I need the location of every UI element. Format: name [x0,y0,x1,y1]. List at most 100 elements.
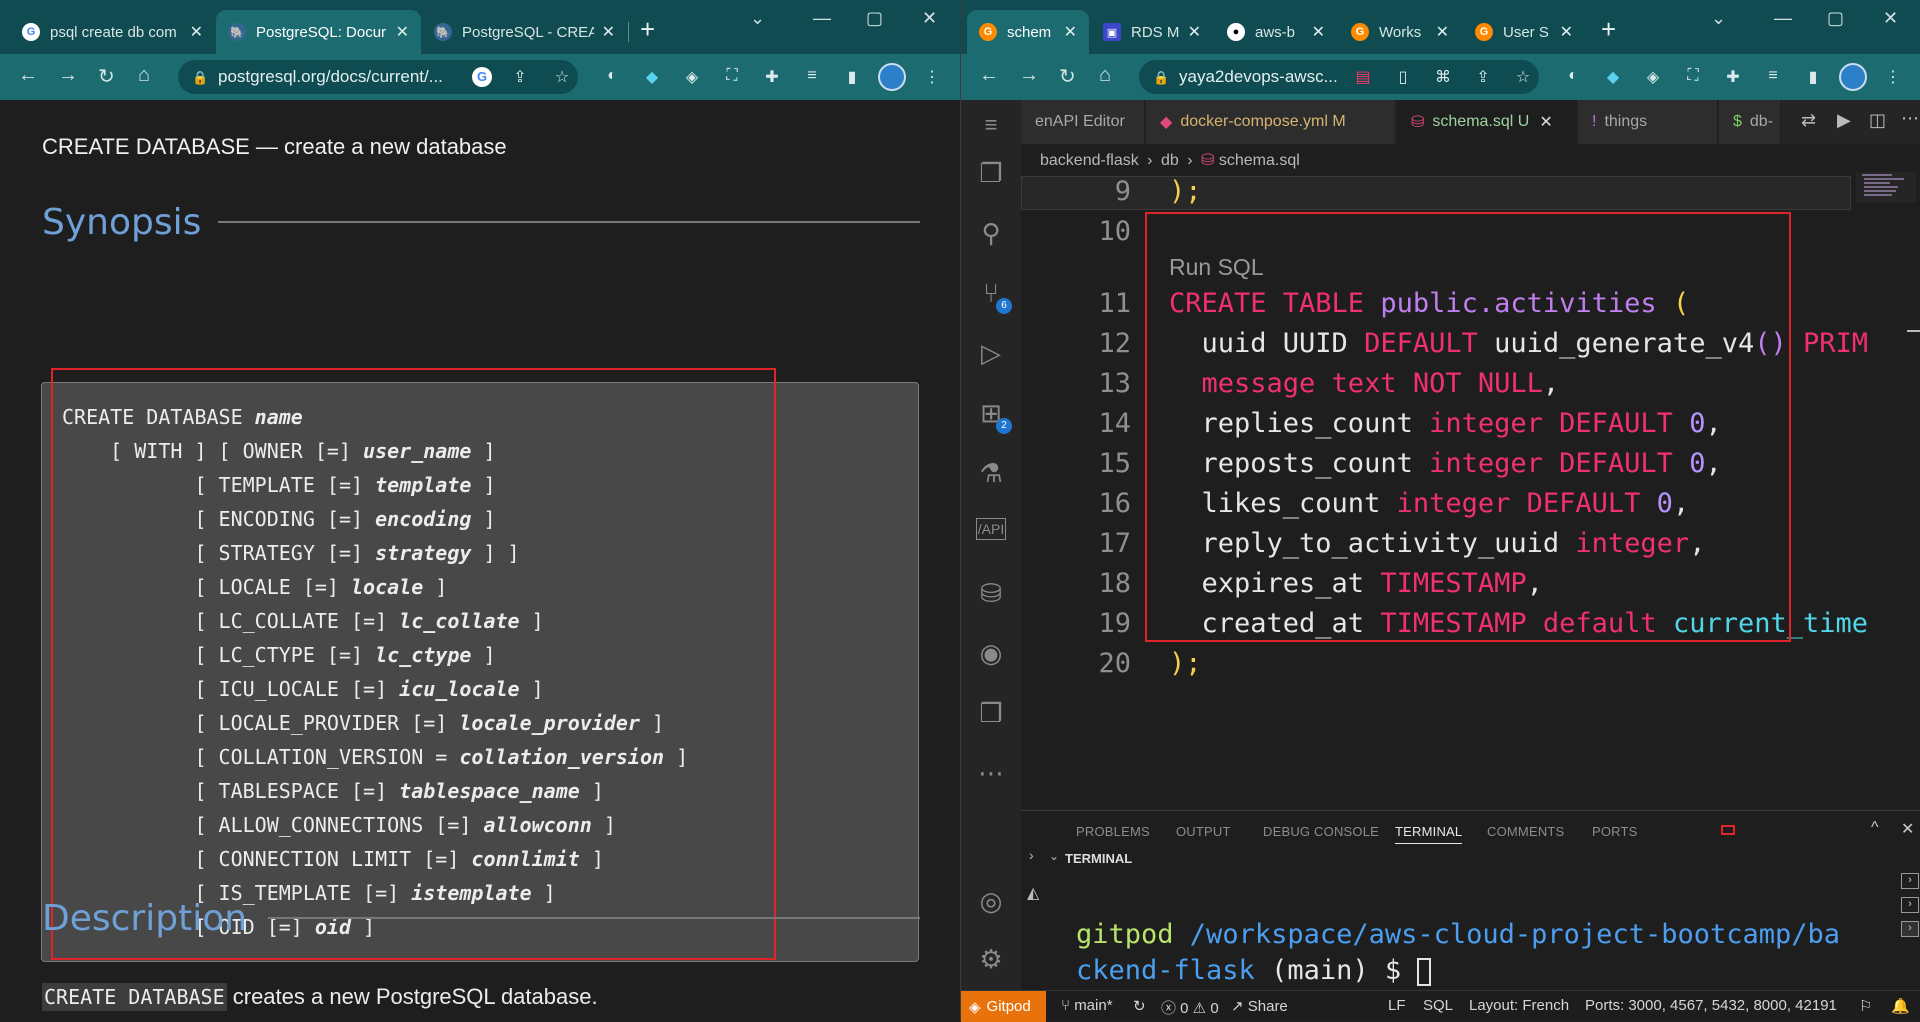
minimize-button[interactable]: — [1774,8,1792,29]
menu-dots-icon[interactable]: ⋮ [1883,67,1903,87]
panel-tab-output[interactable]: OUTPUT [1176,824,1231,839]
sync-icon[interactable]: ↻ [1133,997,1146,1015]
new-tab-button[interactable]: + [640,14,655,45]
layout-status[interactable]: Layout: French [1469,997,1569,1014]
tab-search-icon[interactable]: ⌄ [1711,8,1726,29]
avatar[interactable] [878,63,906,91]
run-icon[interactable]: ▶ [1837,110,1851,131]
new-tab-button[interactable]: + [1601,14,1616,45]
screenshot-icon[interactable]: ⛶ [722,67,742,87]
split-editor-icon[interactable]: ◫ [1869,110,1886,131]
close-window-button[interactable]: ✕ [922,8,937,29]
extension-icon[interactable]: ◈ [1643,67,1663,87]
browser-tab-user-settings[interactable]: G User S ✕ [1463,10,1585,54]
panel-tab-terminal[interactable]: TERMINAL [1395,824,1463,844]
search-icon[interactable]: ⚲ [976,218,1006,248]
close-tab-icon[interactable]: ✕ [1560,22,1573,42]
maximize-panel-icon[interactable]: ^ [1871,819,1879,837]
blocked-icon[interactable]: ▤ [1353,67,1373,87]
browser-tab-rds[interactable]: ▣ RDS M ✕ [1091,10,1213,54]
close-tab-icon[interactable]: ✕ [1188,22,1201,42]
close-tab-icon[interactable]: ✕ [1539,112,1552,132]
close-tab-icon[interactable]: ✕ [602,22,615,42]
ports-status[interactable]: Ports: 3000, 4567, 5432, 8000, 42191 [1585,997,1837,1014]
extension-icon[interactable]: ◐ [602,67,622,87]
maximize-button[interactable]: ▢ [1827,8,1844,29]
minimize-button[interactable]: — [813,8,831,29]
panel-tab-ports[interactable]: PORTS [1592,824,1638,839]
editor-tab-things[interactable]: ! things [1578,100,1718,144]
bell-icon[interactable]: 🔔 [1891,997,1910,1015]
branch-status[interactable]: ⑂ main* [1061,997,1113,1014]
terminal-instance-icon[interactable]: › [1901,897,1919,913]
browser-tab-github[interactable]: ● aws-b ✕ [1215,10,1337,54]
reload-icon[interactable]: ↻ [1059,64,1076,89]
side-panel-icon[interactable]: ▮ [1803,67,1823,87]
puzzle-icon[interactable]: ✚ [762,67,782,87]
feedback-icon[interactable]: ⚐ [1859,997,1872,1015]
compare-icon[interactable]: ⇄ [1801,110,1816,131]
breadcrumb-item[interactable]: backend-flask [1040,152,1139,169]
hamburger-menu-icon[interactable]: ≡ [976,110,1006,140]
extension-icon[interactable]: ◈ [682,67,702,87]
github-icon[interactable]: ◉ [976,638,1006,668]
browser-tab-postgresql-create[interactable]: 🐘 PostgreSQL - CREA ✕ [422,10,627,54]
extension-icon[interactable]: ◆ [642,67,662,87]
editor-tab-openapi[interactable]: enAPI Editor [1021,100,1145,144]
browser-tab-postgresql-docs[interactable]: 🐘 PostgreSQL: Docur ✕ [216,10,421,54]
breadcrumb-item[interactable]: schema.sql [1219,152,1300,169]
database-icon[interactable]: ⛁ [976,578,1006,608]
bookmark-star-icon[interactable]: ☆ [552,67,572,87]
extension-icon[interactable]: ◆ [1603,67,1623,87]
terminal-instance-icon[interactable]: › [1901,873,1919,889]
forward-icon[interactable]: → [58,64,78,87]
close-tab-icon[interactable]: ✕ [396,22,409,42]
forward-icon[interactable]: → [1019,64,1039,87]
close-window-button[interactable]: ✕ [1883,8,1898,29]
stack-icon[interactable]: ❒ [976,698,1006,728]
back-icon[interactable]: ← [979,64,999,87]
reload-icon[interactable]: ↻ [98,64,115,89]
minimap[interactable] [1856,172,1916,202]
testing-flask-icon[interactable]: ⚗ [976,458,1006,488]
run-debug-icon[interactable]: ▷ [976,338,1006,368]
clipboard-icon[interactable]: ▯ [1393,67,1413,87]
browser-tab-schema[interactable]: G schem ✕ [967,10,1089,54]
browser-tab-workspaces[interactable]: G Works ✕ [1339,10,1461,54]
google-lens-icon[interactable]: G [472,67,492,87]
close-tab-icon[interactable]: ✕ [1436,22,1449,42]
menu-dots-icon[interactable]: ⋮ [922,67,942,87]
home-icon[interactable]: ⌂ [1099,64,1111,87]
bookmark-star-icon[interactable]: ☆ [1513,67,1533,87]
more-icon[interactable]: ⋯ [976,758,1006,788]
code-editor[interactable]: 9 10 11 12 13 14 15 16 17 18 19 20 ); Ru… [1021,172,1868,804]
translate-icon[interactable]: ⌘ [1433,67,1453,87]
share-status[interactable]: ↗ Share [1231,997,1288,1015]
more-actions-icon[interactable]: ⋯ [1901,108,1919,129]
terminal-instance-icon[interactable]: › [1901,921,1919,937]
panel-tab-problems[interactable]: PROBLEMS [1076,824,1150,839]
panel-tab-comments[interactable]: COMMENTS [1487,824,1564,839]
browser-tab-google[interactable]: G psql create db com ✕ [10,10,215,54]
extension-icon[interactable]: ◐ [1563,67,1583,87]
back-icon[interactable]: ← [18,64,38,87]
explorer-icon[interactable]: ❐ [976,158,1006,188]
eol-status[interactable]: LF [1388,997,1406,1014]
problems-status[interactable]: ⓧ 0 ⚠ 0 [1161,997,1219,1018]
editor-tab-schema-sql[interactable]: ⛁ schema.sql U ✕ [1397,100,1577,144]
avatar[interactable] [1839,63,1867,91]
reading-list-icon[interactable]: ≡ [1763,67,1783,87]
panel-tab-debug-console[interactable]: DEBUG CONSOLE [1263,824,1379,839]
share-icon[interactable]: ⇪ [510,67,530,87]
maximize-button[interactable]: ▢ [866,8,883,29]
api-icon[interactable]: /API [976,518,1006,540]
gear-icon[interactable]: ⚙ [976,944,1006,974]
language-status[interactable]: SQL [1423,997,1453,1014]
reading-list-icon[interactable]: ≡ [802,67,822,87]
chevron-right-icon[interactable]: › [1029,847,1034,863]
account-icon[interactable]: ◎ [976,886,1006,916]
chevron-down-icon[interactable]: ⌄ [1049,849,1059,863]
breadcrumb-item[interactable]: db [1161,152,1179,169]
side-panel-icon[interactable]: ▮ [842,67,862,87]
close-panel-icon[interactable]: ✕ [1901,819,1914,839]
